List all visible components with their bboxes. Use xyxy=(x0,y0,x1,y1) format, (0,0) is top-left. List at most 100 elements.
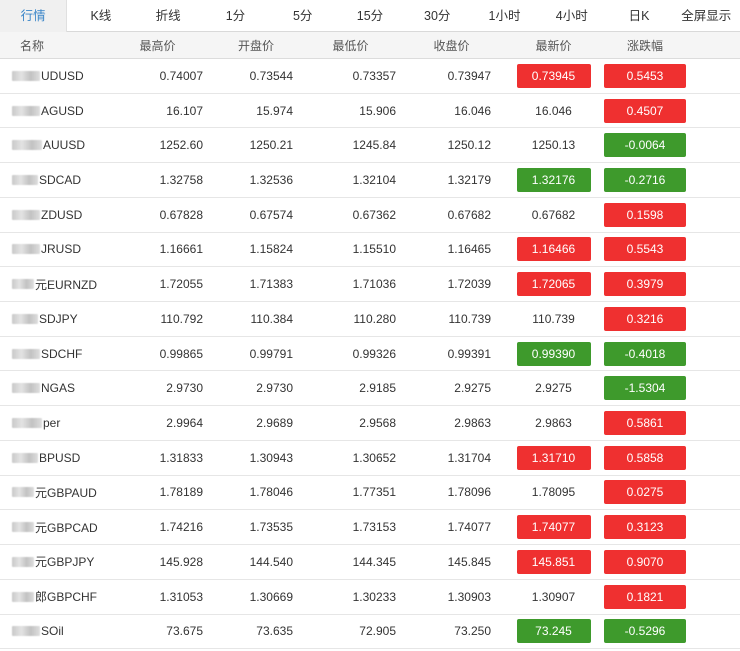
change-percent-badge: 0.9070 xyxy=(604,549,686,574)
low-price: 2.9185 xyxy=(359,381,396,396)
close-price: 1.31704 xyxy=(447,450,491,465)
header-last[interactable]: 最新价 xyxy=(507,32,600,58)
symbol-name: per xyxy=(43,416,61,431)
symbol-name: SDJPY xyxy=(39,311,78,326)
high-price: 1.16661 xyxy=(159,242,203,257)
close-price: 1250.12 xyxy=(447,138,491,153)
table-row[interactable]: 元GBPAUD 1.78189 1.78046 1.77351 1.78096 1.780… xyxy=(0,476,740,511)
symbol-name: 元GBPCAD xyxy=(35,520,98,535)
symbol-name: 元EURNZD xyxy=(35,277,97,292)
low-price: 72.905 xyxy=(359,624,396,639)
last-price-cell: 0.99390 xyxy=(507,337,600,371)
last-price: 2.9275 xyxy=(535,381,572,396)
last-price-cell: 0.73945 xyxy=(507,59,600,93)
symbol-name: NGAS xyxy=(41,381,76,396)
close-price: 1.32179 xyxy=(447,173,491,188)
table-row[interactable]: 郎GBPCHF 1.31053 1.30669 1.30233 1.30903 1.309… xyxy=(0,580,740,615)
high-price: 0.67828 xyxy=(159,207,203,222)
table-row[interactable]: 元EURNZD 1.72055 1.71383 1.71036 1.72039 1.720… xyxy=(0,267,740,303)
table-row[interactable]: SOil 73.675 73.635 72.905 73.250 73.245 -0.529… xyxy=(0,615,740,650)
table-row[interactable]: 元GBPJPY 145.928 144.540 144.345 145.845 145.8… xyxy=(0,545,740,580)
last-price: 2.9863 xyxy=(535,416,572,431)
high-price: 1.72055 xyxy=(159,277,203,292)
change-cell: 0.3123 xyxy=(600,510,690,544)
symbol-name: SDCAD xyxy=(39,173,82,188)
redacted-prefix xyxy=(12,383,40,394)
tab-4[interactable]: 5分 xyxy=(269,0,336,32)
table-row[interactable]: 元GBPCAD 1.74216 1.73535 1.73153 1.74077 1.740… xyxy=(0,510,740,546)
tab-6[interactable]: 30分 xyxy=(404,0,471,32)
header-change[interactable]: 涨跌幅 xyxy=(600,32,690,58)
change-cell: 0.4507 xyxy=(600,94,690,128)
redacted-prefix xyxy=(12,279,34,290)
change-percent-badge: -0.5296 xyxy=(604,619,686,644)
header-name[interactable]: 名称 xyxy=(0,32,112,58)
last-price: 1.16466 xyxy=(516,237,591,262)
table-row[interactable]: ZDUSD 0.67828 0.67574 0.67362 0.67682 0.67682… xyxy=(0,198,740,233)
last-price: 1.72065 xyxy=(516,272,591,297)
change-percent-badge: 0.3123 xyxy=(604,515,686,540)
high-price: 73.675 xyxy=(166,624,203,639)
low-price: 1.73153 xyxy=(352,520,396,535)
symbol-cell: SOil xyxy=(0,615,112,649)
tab-10[interactable]: 全屏显示 xyxy=(673,0,740,32)
open-price: 1.78046 xyxy=(249,485,293,500)
symbol-name: 元GBPJPY xyxy=(35,555,95,570)
change-percent-badge: -1.5304 xyxy=(604,376,686,401)
open-price: 0.67574 xyxy=(249,207,293,222)
table-row[interactable]: per 2.9964 2.9689 2.9568 2.9863 2.9863 0.5861 xyxy=(0,406,740,441)
table-row[interactable]: AGUSD 16.107 15.974 15.906 16.046 16.046 0.450… xyxy=(0,94,740,129)
redacted-prefix xyxy=(12,418,42,429)
open-price: 15.974 xyxy=(256,103,293,118)
table-row[interactable]: SDCAD 1.32758 1.32536 1.32104 1.32179 1.32176… xyxy=(0,163,740,198)
low-price: 110.280 xyxy=(353,311,397,326)
open-price: 144.540 xyxy=(249,554,293,569)
change-cell: 0.9070 xyxy=(600,545,690,579)
open-price: 0.73544 xyxy=(249,68,293,83)
close-price: 1.72039 xyxy=(447,277,491,292)
symbol-name: ZDUSD xyxy=(41,207,83,222)
open-price: 1.15824 xyxy=(249,242,293,257)
open-price: 1.30943 xyxy=(249,450,293,465)
last-price: 1.32176 xyxy=(516,168,591,193)
close-price: 2.9863 xyxy=(454,416,491,431)
tab-7[interactable]: 1小时 xyxy=(471,0,538,32)
low-price: 1.32104 xyxy=(352,173,396,188)
change-cell: -0.4018 xyxy=(600,337,690,371)
header-open[interactable]: 开盘价 xyxy=(219,32,305,58)
redacted-prefix xyxy=(12,591,34,602)
table-row[interactable]: SDJPY 110.792 110.384 110.280 110.739 110.739… xyxy=(0,302,740,337)
close-price: 0.73947 xyxy=(447,68,491,83)
table-row[interactable]: NGAS 2.9730 2.9730 2.9185 2.9275 2.9275 -1.530… xyxy=(0,371,740,407)
last-price-cell: 1.31710 xyxy=(507,441,600,475)
header-high[interactable]: 最高价 xyxy=(112,32,219,58)
tab-9[interactable]: 日K xyxy=(605,0,672,32)
change-percent-badge: 0.1821 xyxy=(604,584,686,609)
redacted-prefix xyxy=(12,244,40,255)
header-low[interactable]: 最低价 xyxy=(305,32,412,58)
table-row[interactable]: JRUSD 1.16661 1.15824 1.15510 1.16465 1.16466… xyxy=(0,233,740,268)
tab-1[interactable]: K线 xyxy=(67,0,134,32)
header-close[interactable]: 收盘价 xyxy=(412,32,507,58)
tab-3[interactable]: 1分 xyxy=(202,0,269,32)
table-row[interactable]: BPUSD 1.31833 1.30943 1.30652 1.31704 1.31710… xyxy=(0,441,740,476)
change-cell: 0.5543 xyxy=(600,233,690,267)
close-price: 1.78096 xyxy=(447,485,491,500)
table-row[interactable]: UDUSD 0.74007 0.73544 0.73357 0.73947 0.73945… xyxy=(0,59,740,94)
redacted-prefix xyxy=(12,140,42,151)
high-price: 110.792 xyxy=(160,311,204,326)
open-price: 1.73535 xyxy=(249,520,293,535)
change-cell: 0.1598 xyxy=(600,198,690,232)
symbol-cell: AUUSD xyxy=(0,128,112,162)
symbol-name: BPUSD xyxy=(39,450,81,465)
tab-5[interactable]: 15分 xyxy=(336,0,403,32)
table-row[interactable]: SDCHF 0.99865 0.99791 0.99326 0.99391 0.99390… xyxy=(0,337,740,372)
symbol-cell: per xyxy=(0,406,112,440)
last-price-cell: 2.9275 xyxy=(507,371,600,405)
last-price-cell: 0.67682 xyxy=(507,198,600,232)
change-percent-badge: -0.2716 xyxy=(604,168,686,193)
tab-0[interactable]: 行情 xyxy=(0,0,68,32)
tab-2[interactable]: 折线 xyxy=(135,0,202,32)
table-row[interactable]: AUUSD 1252.60 1250.21 1245.84 1250.12 1250.13… xyxy=(0,128,740,164)
tab-8[interactable]: 4小时 xyxy=(538,0,605,32)
